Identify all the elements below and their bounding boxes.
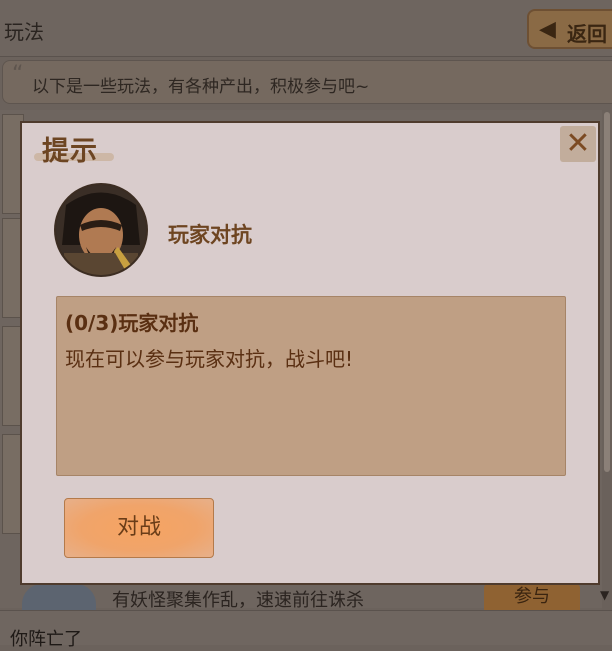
player-name: 玩家对抗 [168, 223, 252, 247]
scrollbar-thumb[interactable] [604, 112, 610, 472]
list-item-text: 有妖怪聚集作乱，速速前往诛杀 [112, 590, 364, 610]
back-button-label: 返回 [567, 22, 607, 46]
description-text: 现在可以参与玩家对抗，战斗吧! [65, 347, 354, 371]
warrior-portrait-icon [56, 185, 146, 275]
top-bar: 玩法 ◀ 返回 [0, 0, 612, 57]
close-icon: ✕ [565, 126, 591, 161]
back-button[interactable]: ◀ 返回 [527, 9, 612, 49]
avatar [22, 584, 96, 610]
description-title: (0/3)玩家对抗 [65, 311, 199, 335]
bottom-message: 你阵亡了 [10, 629, 82, 650]
description-box: (0/3)玩家对抗 现在可以参与玩家对抗，战斗吧! [56, 296, 566, 476]
page-title: 玩法 [4, 20, 44, 44]
dialog-title: 提示 [42, 136, 98, 167]
back-arrow-icon: ◀ [539, 17, 556, 42]
list-item: 有妖怪聚集作乱，速速前往诛杀 参与 [20, 584, 600, 610]
notice-banner: “ 以下是一些玩法，有各种产出，积极参与吧~ [2, 60, 612, 104]
player-avatar [56, 185, 146, 275]
bottom-message-bar: 你阵亡了 [0, 610, 612, 650]
fight-button[interactable]: 对战 [64, 498, 214, 558]
notice-text: 以下是一些玩法，有各种产出，积极参与吧~ [32, 77, 370, 97]
close-button[interactable]: ✕ [560, 126, 596, 162]
join-button[interactable]: 参与 [484, 584, 580, 610]
quote-icon: “ [12, 62, 24, 87]
prompt-dialog: 提示 ✕ 玩家对抗 (0/3)玩家对抗 现在可以参与玩家对抗，战斗吧! 对战 [20, 121, 600, 585]
scroll-down-icon[interactable]: ▼ [600, 588, 609, 602]
